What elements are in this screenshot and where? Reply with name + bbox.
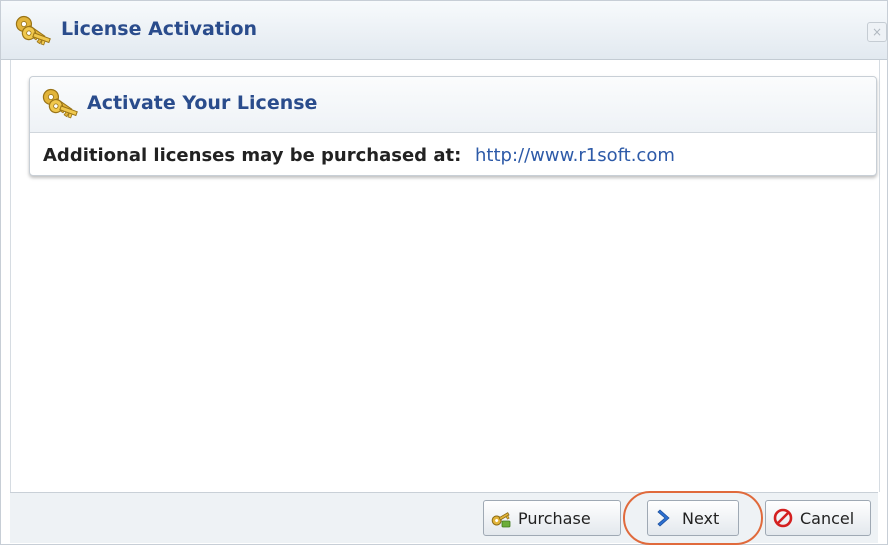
cancel-icon (773, 508, 793, 528)
purchase-info-label: Additional licenses may be purchased at: (43, 145, 462, 166)
purchase-button[interactable]: Purchase (483, 500, 621, 536)
keys-icon (42, 88, 78, 119)
dialog-title: License Activation (61, 18, 258, 40)
panel-header: Activate Your License (30, 77, 876, 133)
purchase-info-row: Additional licenses may be purchased at:… (43, 145, 675, 166)
cancel-button-label: Cancel (800, 508, 855, 528)
panel-title: Activate Your License (87, 92, 318, 114)
close-icon: × (871, 25, 883, 39)
next-button-highlight (623, 491, 763, 545)
license-activation-dialog: License Activation × Activate Your Licen… (0, 0, 888, 545)
keys-icon (15, 15, 51, 46)
keys-icon (491, 512, 511, 528)
r1soft-link[interactable]: http://www.r1soft.com (475, 145, 675, 166)
purchase-button-label: Purchase (518, 508, 591, 528)
dialog-title-bar[interactable]: License Activation × (1, 1, 887, 60)
activate-license-panel: Activate Your License Additional license… (29, 76, 877, 176)
close-button[interactable]: × (867, 22, 887, 42)
cancel-button[interactable]: Cancel (765, 500, 871, 536)
